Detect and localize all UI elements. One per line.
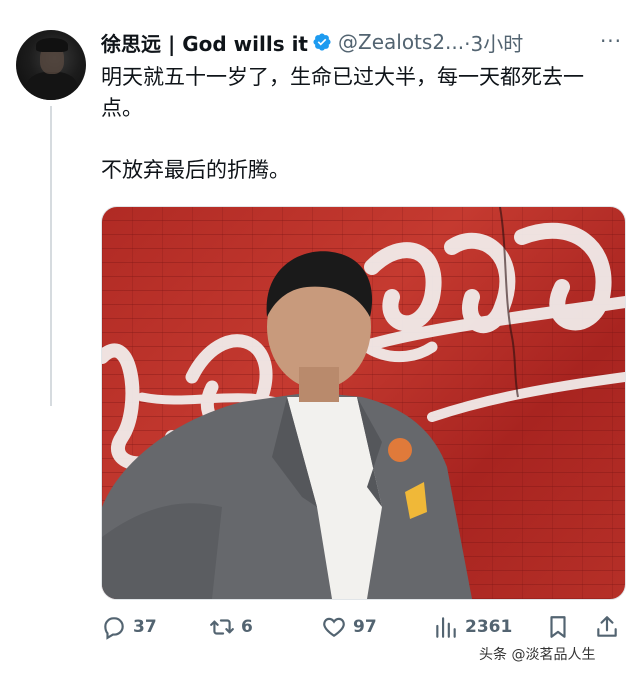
share-icon [597, 616, 617, 637]
like-count: 97 [353, 617, 377, 637]
avatar[interactable] [16, 30, 86, 100]
verified-badge-icon [313, 33, 331, 51]
views-bar-icon [436, 617, 456, 638]
bookmark-icon [550, 616, 566, 638]
reply-button[interactable]: 37 [101, 610, 157, 644]
watermark: 头条 @淡茗品人生 [479, 647, 596, 663]
bookmark-button[interactable] [545, 610, 577, 644]
like-button[interactable]: 97 [321, 610, 377, 644]
retweet-count: 6 [241, 617, 253, 637]
retweet-button[interactable]: 6 [209, 610, 253, 644]
thread-line [50, 106, 52, 406]
reply-count: 37 [133, 617, 157, 637]
tweet-header: 徐思远 | God wills it @Zealots2... ·3小时 [101, 28, 523, 56]
tweet-text-line: 明天就五十一岁了，生命已过大半，每一天都死去一点。 [101, 65, 584, 120]
retweet-icon [210, 619, 234, 635]
tweet-text: 明天就五十一岁了，生命已过大半，每一天都死去一点。 不放弃最后的折腾。 [101, 62, 616, 186]
tweet-time[interactable]: ·3小时 [464, 28, 523, 57]
tweet-actions: 37 6 97 2361 [101, 610, 624, 644]
share-button[interactable] [594, 610, 626, 644]
views-button[interactable]: 2361 [433, 610, 512, 644]
author-handle[interactable]: @Zealots2... [338, 30, 464, 54]
tweet-text-line: 不放弃最后的折腾。 [101, 158, 290, 182]
tweet-photo[interactable] [101, 206, 626, 600]
more-dots-icon[interactable]: ··· [598, 28, 624, 54]
author-name[interactable]: 徐思远 | God wills it [101, 28, 308, 57]
heart-icon [323, 617, 345, 637]
views-count: 2361 [465, 617, 513, 637]
man-in-suit-illustration [102, 251, 472, 599]
reply-icon [104, 617, 124, 640]
